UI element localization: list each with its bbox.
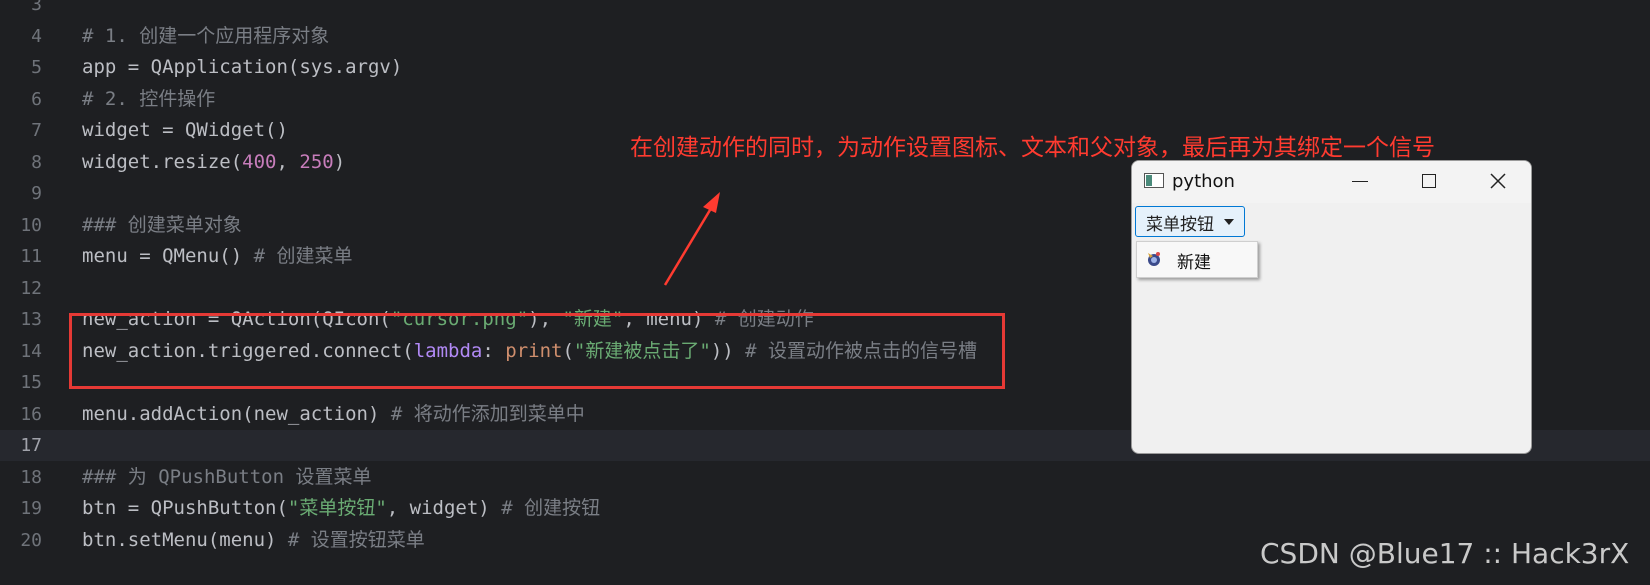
annotation-text: 在创建动作的同时，为动作设置图标、文本和父对象，最后再为其绑定一个信号 — [630, 135, 1435, 161]
maximize-icon — [1422, 174, 1436, 188]
cursor-icon — [1148, 252, 1160, 266]
close-icon — [1490, 173, 1506, 189]
minimize-icon — [1352, 181, 1368, 182]
close-button[interactable] — [1466, 161, 1528, 203]
menu-button[interactable]: 菜单按钮 — [1135, 206, 1245, 237]
python-window[interactable]: python 菜单按钮 新建 — [1131, 160, 1532, 454]
maximize-button[interactable] — [1398, 161, 1460, 203]
dropdown-arrow-icon — [1224, 219, 1234, 225]
popup-menu: 新建 — [1136, 241, 1258, 278]
menu-item-new[interactable]: 新建 — [1137, 242, 1257, 277]
menu-button-label: 菜单按钮 — [1146, 215, 1214, 235]
window-app-icon — [1144, 173, 1164, 188]
watermark: CSDN @Blue17 :: Hack3rX — [1260, 537, 1630, 570]
minimize-button[interactable] — [1328, 161, 1390, 203]
window-titlebar[interactable]: python — [1132, 161, 1531, 203]
menu-item-label: 新建 — [1177, 253, 1211, 273]
window-title: python — [1172, 171, 1235, 192]
